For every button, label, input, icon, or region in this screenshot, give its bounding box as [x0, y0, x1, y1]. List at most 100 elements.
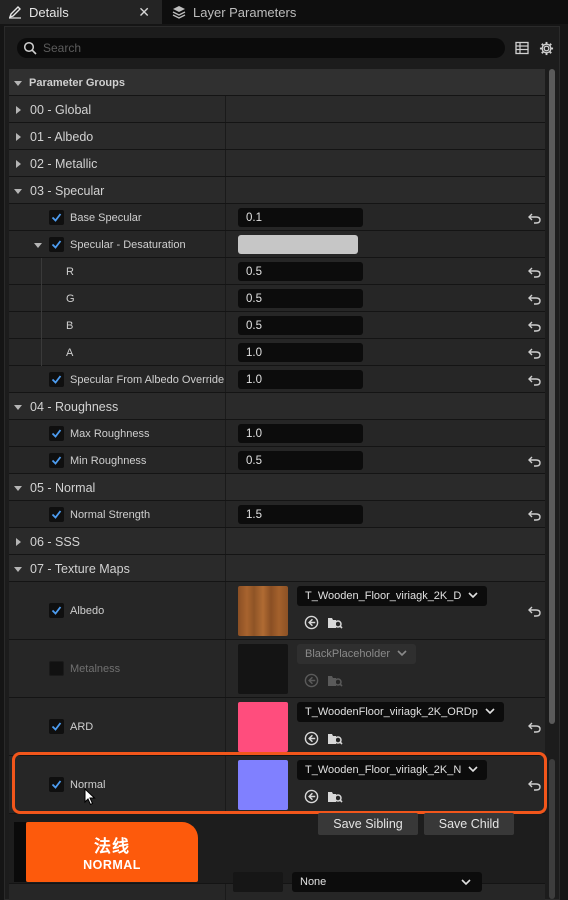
group-global[interactable]: 00 - Global [9, 96, 545, 123]
chevron-down-icon[interactable] [13, 186, 23, 196]
column-divider[interactable] [225, 366, 226, 392]
texture-thumbnail[interactable] [238, 644, 288, 694]
chevron-right-icon[interactable] [13, 159, 23, 169]
tab-details[interactable]: Details ✕ [0, 0, 162, 24]
layers-icon [171, 4, 187, 20]
column-divider[interactable] [225, 582, 226, 639]
asset-picker[interactable]: T_WoodenFloor_viriagk_2K_ORDp [297, 702, 504, 722]
reset-arrow-icon[interactable] [527, 319, 541, 333]
group-sss[interactable]: 06 - SSS [9, 528, 545, 555]
tree-guide [41, 339, 42, 366]
search-box[interactable] [17, 38, 505, 58]
reset-arrow-icon[interactable] [527, 454, 541, 468]
use-selected-icon[interactable] [303, 614, 319, 630]
tab-layer-parameters[interactable]: Layer Parameters [164, 0, 314, 24]
column-divider[interactable] [225, 285, 226, 311]
column-divider[interactable] [225, 555, 226, 581]
column-divider[interactable] [225, 204, 226, 230]
enable-checkbox[interactable] [49, 453, 64, 468]
browse-folder-icon[interactable] [327, 730, 343, 746]
asset-picker[interactable]: T_Wooden_Floor_viriagk_2K_D [297, 586, 488, 606]
group-metallic[interactable]: 02 - Metallic [9, 150, 545, 177]
save-child-button[interactable]: Save Child [424, 813, 514, 835]
column-divider[interactable] [225, 474, 226, 500]
column-divider[interactable] [225, 640, 226, 697]
asset-picker[interactable]: BlackPlaceholder [297, 644, 416, 664]
a-field[interactable]: 1.0 [238, 343, 363, 362]
enable-checkbox[interactable] [49, 661, 64, 676]
gear-icon[interactable] [538, 40, 554, 56]
group-roughness[interactable]: 04 - Roughness [9, 393, 545, 420]
reset-arrow-icon[interactable] [527, 346, 541, 360]
base-specular-field[interactable]: 0.1 [238, 208, 363, 227]
vertical-scrollbar[interactable] [547, 69, 557, 899]
color-swatch[interactable] [238, 235, 358, 254]
reset-arrow-icon[interactable] [527, 265, 541, 279]
r-field[interactable]: 0.5 [238, 262, 363, 281]
reset-arrow-icon[interactable] [527, 373, 541, 387]
chevron-down-icon[interactable] [13, 483, 23, 493]
table-view-icon[interactable] [514, 40, 530, 56]
enable-checkbox[interactable] [49, 719, 64, 734]
column-divider[interactable] [225, 528, 226, 554]
group-albedo[interactable]: 01 - Albedo [9, 123, 545, 150]
column-divider[interactable] [225, 393, 226, 419]
column-divider[interactable] [225, 501, 226, 527]
search-input[interactable] [43, 41, 463, 55]
group-specular[interactable]: 03 - Specular [9, 177, 545, 204]
reset-arrow-icon[interactable] [527, 720, 541, 734]
group-texture-maps[interactable]: 07 - Texture Maps [9, 555, 545, 582]
column-divider[interactable] [225, 312, 226, 338]
group-normal[interactable]: 05 - Normal [9, 474, 545, 501]
texture-thumbnail[interactable] [238, 702, 288, 752]
enable-checkbox[interactable] [49, 237, 64, 252]
texture-thumbnail[interactable] [238, 586, 288, 636]
enable-checkbox[interactable] [49, 426, 64, 441]
chevron-down-icon[interactable] [13, 78, 23, 88]
enable-checkbox[interactable] [49, 210, 64, 225]
min-roughness-field[interactable]: 0.5 [238, 451, 363, 470]
browse-folder-icon[interactable] [327, 672, 343, 688]
save-sibling-button[interactable]: Save Sibling [318, 813, 418, 835]
column-divider[interactable] [225, 447, 226, 473]
reset-arrow-icon[interactable] [527, 604, 541, 618]
column-divider[interactable] [225, 420, 226, 446]
reset-arrow-icon[interactable] [527, 211, 541, 225]
column-divider[interactable] [225, 177, 226, 203]
g-field[interactable]: 0.5 [238, 289, 363, 308]
enable-checkbox[interactable] [49, 372, 64, 387]
scrollbar-thumb[interactable] [549, 69, 555, 724]
parameter-groups-header[interactable]: Parameter Groups [9, 69, 545, 96]
column-divider[interactable] [225, 123, 226, 149]
enable-checkbox[interactable] [49, 603, 64, 618]
chevron-down-icon[interactable] [13, 402, 23, 412]
close-icon[interactable]: ✕ [138, 4, 150, 21]
column-divider[interactable] [225, 258, 226, 284]
chevron-down-icon[interactable] [13, 564, 23, 574]
use-selected-icon[interactable] [303, 730, 319, 746]
column-divider[interactable] [225, 96, 226, 122]
caption-badge: 法线 NORMAL [26, 822, 198, 882]
reset-arrow-icon[interactable] [527, 508, 541, 522]
column-divider[interactable] [225, 231, 226, 257]
normal-strength-field[interactable]: 1.5 [238, 505, 363, 524]
chevron-down-icon[interactable] [33, 240, 43, 250]
column-divider[interactable] [225, 150, 226, 176]
browse-folder-icon[interactable] [327, 614, 343, 630]
chevron-right-icon[interactable] [13, 132, 23, 142]
b-field[interactable]: 0.5 [238, 316, 363, 335]
use-selected-icon[interactable] [303, 672, 319, 688]
column-divider[interactable] [225, 884, 226, 900]
chevron-right-icon[interactable] [13, 105, 23, 115]
reset-arrow-icon[interactable] [527, 292, 541, 306]
asset-name: None [300, 876, 327, 888]
texture-thumbnail[interactable] [233, 872, 283, 892]
specular-from-albedo-field[interactable]: 1.0 [238, 370, 363, 389]
param-base-specular: Base Specular 0.1 [9, 204, 545, 231]
column-divider[interactable] [225, 698, 226, 755]
asset-picker[interactable]: None [292, 872, 482, 892]
max-roughness-field[interactable]: 1.0 [238, 424, 363, 443]
chevron-right-icon[interactable] [13, 537, 23, 547]
enable-checkbox[interactable] [49, 507, 64, 522]
column-divider[interactable] [225, 339, 226, 365]
